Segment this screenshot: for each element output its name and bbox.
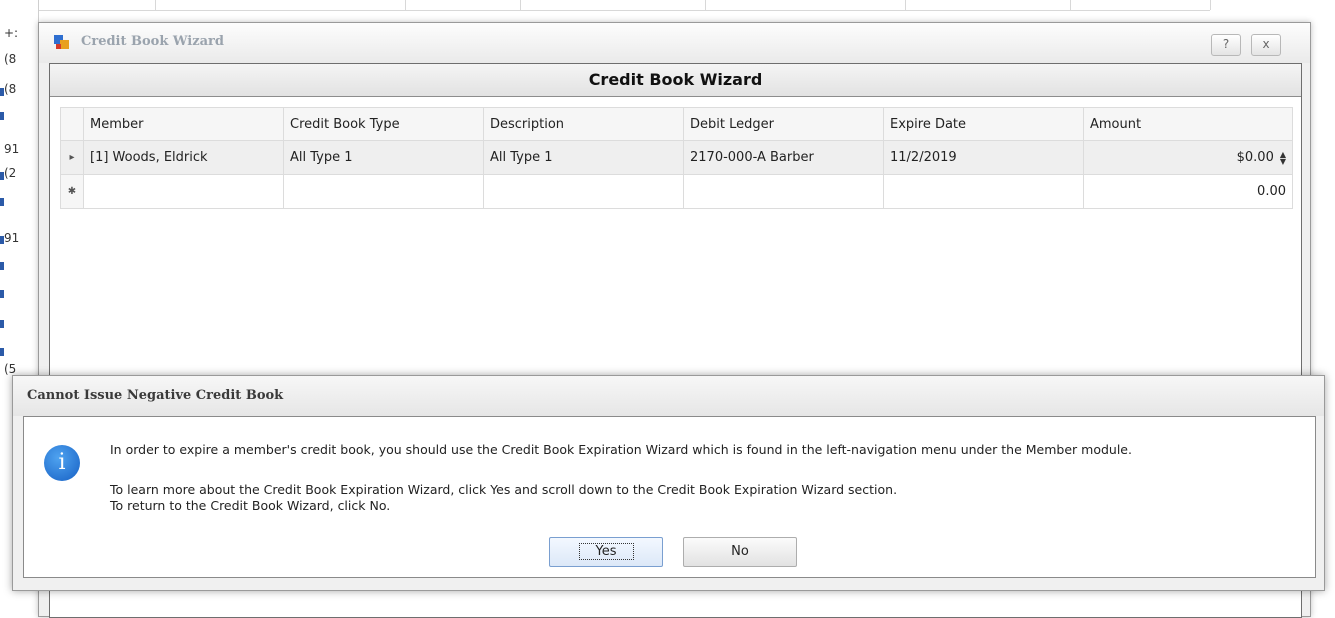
- bg-cell: 91: [4, 231, 20, 245]
- column-header-ledger[interactable]: Debit Ledger: [683, 107, 884, 141]
- grid-corner-cell: [60, 107, 84, 141]
- wizard-window-title: Credit Book Wizard: [81, 34, 224, 49]
- cell-amount: $0.00: [1236, 150, 1274, 165]
- column-header-description[interactable]: Description: [483, 107, 684, 141]
- credit-book-grid: Member Credit Book Type Description Debi…: [60, 107, 1293, 209]
- column-header-amount[interactable]: Amount: [1083, 107, 1293, 141]
- spin-arrows-icon[interactable]: ▲ ▼: [1280, 150, 1286, 165]
- bg-cell: (8: [4, 52, 17, 66]
- table-row[interactable]: ▸ [1] Woods, Eldrick All Type 1 All Type…: [60, 140, 1293, 175]
- new-row[interactable]: ✱ 0.00: [60, 174, 1293, 209]
- row-indicator-icon: ▸: [60, 140, 84, 175]
- no-button[interactable]: No: [683, 537, 797, 567]
- dialog-body: i In order to expire a member's credit b…: [23, 416, 1316, 578]
- cell-member[interactable]: [1] Woods, Eldrick: [83, 140, 284, 175]
- bg-cell: +:: [4, 26, 19, 40]
- yes-button-label: Yes: [578, 543, 634, 560]
- dialog-message-line2: To learn more about the Credit Book Expi…: [110, 482, 898, 497]
- new-cell-amount[interactable]: 0.00: [1083, 174, 1293, 209]
- wizard-titlebar: Credit Book Wizard ? x: [39, 23, 1310, 63]
- no-button-label: No: [731, 544, 749, 559]
- dialog-title: Cannot Issue Negative Credit Book: [27, 388, 284, 403]
- column-header-type[interactable]: Credit Book Type: [283, 107, 484, 141]
- cell-type[interactable]: All Type 1: [283, 140, 484, 175]
- close-button[interactable]: x: [1251, 34, 1281, 56]
- bg-cell: (8: [4, 82, 17, 96]
- new-cell-member[interactable]: [83, 174, 284, 209]
- negative-credit-book-dialog: Cannot Issue Negative Credit Book i In o…: [12, 375, 1325, 591]
- new-cell-description[interactable]: [483, 174, 684, 209]
- info-icon: i: [44, 445, 80, 481]
- wizard-header: Credit Book Wizard: [50, 64, 1301, 97]
- cell-ledger[interactable]: 2170-000-A Barber: [683, 140, 884, 175]
- yes-button[interactable]: Yes: [549, 537, 663, 567]
- column-header-expire[interactable]: Expire Date: [883, 107, 1084, 141]
- grid-header-row: Member Credit Book Type Description Debi…: [60, 107, 1293, 141]
- new-row-icon: ✱: [60, 174, 84, 209]
- new-cell-type[interactable]: [283, 174, 484, 209]
- dialog-message-line3: To return to the Credit Book Wizard, cli…: [110, 498, 391, 513]
- bg-cell: (5: [4, 362, 17, 376]
- bg-cell: (2: [4, 166, 17, 180]
- column-header-member[interactable]: Member: [83, 107, 284, 141]
- amount-stepper[interactable]: $0.00 ▲ ▼: [1083, 140, 1293, 175]
- wizard-app-icon: [54, 35, 69, 49]
- cell-expire[interactable]: 11/2/2019: [883, 140, 1084, 175]
- cell-description[interactable]: All Type 1: [483, 140, 684, 175]
- new-cell-ledger[interactable]: [683, 174, 884, 209]
- bg-cell: 91: [4, 142, 20, 156]
- dialog-message-line1: In order to expire a member's credit boo…: [110, 442, 1132, 457]
- dialog-titlebar: Cannot Issue Negative Credit Book: [13, 376, 1324, 416]
- new-cell-expire[interactable]: [883, 174, 1084, 209]
- help-button[interactable]: ?: [1211, 34, 1241, 56]
